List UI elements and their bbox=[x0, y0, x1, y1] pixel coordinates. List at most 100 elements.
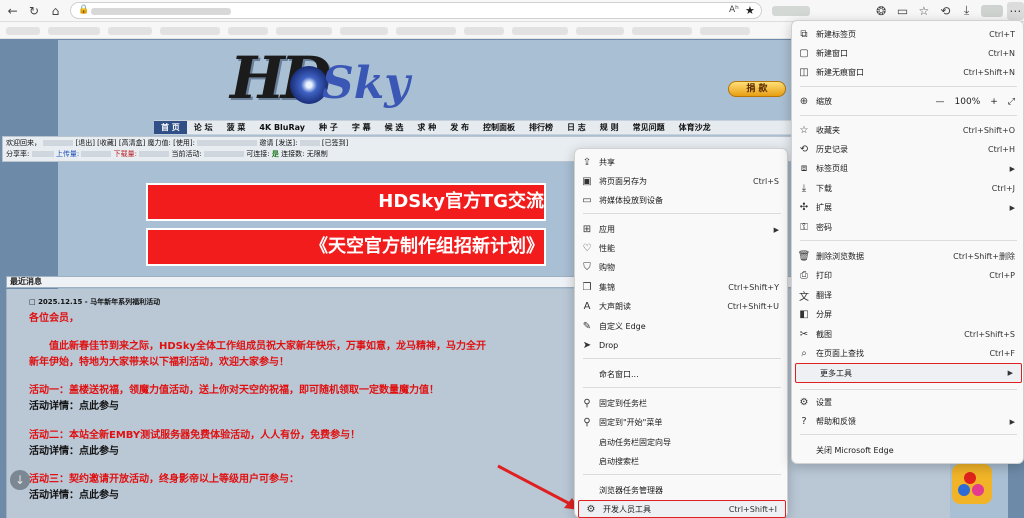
menu-item-performance[interactable]: ♡ 性能 bbox=[575, 239, 787, 258]
favorites-icon[interactable]: ☆ bbox=[915, 2, 932, 20]
menu-item-shopping[interactable]: ⛉ 购物 bbox=[575, 258, 787, 277]
menu-item-find[interactable]: ⌕ 在页面上查找 Ctrl+F bbox=[792, 344, 1023, 363]
history-icon[interactable]: ⟲ bbox=[937, 2, 954, 20]
menu-item-collections[interactable]: ❒ 集锦 Ctrl+Shift+Y bbox=[575, 278, 787, 297]
news-link[interactable]: 活动详情：点此参与 bbox=[29, 486, 119, 501]
menu-item-pin-start[interactable]: ⚲ 固定到"开始"菜单 bbox=[575, 413, 787, 432]
bookmark-item[interactable] bbox=[512, 27, 568, 35]
menu-item-taskbar-wizard[interactable]: 启动任务栏固定向导 bbox=[575, 433, 787, 452]
user-links[interactable]: [退出] [收藏] [高清盒] 魔力值: [使用]: bbox=[75, 139, 194, 147]
bookmark-item[interactable] bbox=[108, 27, 152, 35]
extensions-area[interactable] bbox=[771, 5, 811, 16]
menu-item-help[interactable]: ? 帮助和反馈 ▶ bbox=[792, 412, 1023, 431]
site-logo[interactable]: HD Sky bbox=[230, 44, 415, 112]
fullscreen-icon[interactable]: ⤢ bbox=[1008, 97, 1015, 107]
performance-icon[interactable]: ❂ bbox=[872, 2, 889, 20]
recruit-banner[interactable]: 《天空官方制作组招新计划》 bbox=[146, 228, 546, 266]
split-icon[interactable]: ▭ bbox=[894, 2, 911, 20]
menu-item-inprivate[interactable]: ◫ 新建无痕窗口 Ctrl+Shift+N bbox=[792, 63, 1023, 82]
menu-item-developer-tools[interactable]: ⚙ 开发人员工具 Ctrl+Shift+I bbox=[578, 500, 786, 518]
menu-item-more-tools[interactable]: 更多工具 ▶ bbox=[795, 363, 1022, 383]
menu-item-print[interactable]: ⎙ 打印 Ctrl+P bbox=[792, 266, 1023, 285]
scroll-down-button[interactable]: ↓ bbox=[10, 470, 30, 490]
nav-item-bocai[interactable]: 菠 菜 bbox=[220, 121, 253, 134]
signed-in-badge[interactable]: [已签到] bbox=[322, 139, 348, 147]
connectable-value: 是 bbox=[271, 150, 279, 158]
menu-item-split-screen[interactable]: ◧ 分屏 bbox=[792, 305, 1023, 324]
menu-item-drop[interactable]: ➤ Drop bbox=[575, 336, 787, 355]
nav-item-upload[interactable]: 发 布 bbox=[443, 121, 476, 134]
nav-item-requests[interactable]: 求 种 bbox=[410, 121, 443, 134]
menu-item-cast[interactable]: ▭ 将媒体投放到设备 bbox=[575, 191, 787, 210]
bookmark-item[interactable] bbox=[160, 27, 220, 35]
bookmark-item[interactable] bbox=[6, 27, 40, 35]
bookmark-item[interactable] bbox=[700, 27, 750, 35]
menu-item-pin-taskbar[interactable]: ⚲ 固定到任务栏 bbox=[575, 394, 787, 413]
menu-item-name-window[interactable]: 命名窗口... bbox=[575, 365, 787, 384]
bookmark-item[interactable] bbox=[464, 27, 504, 35]
menu-item-extensions[interactable]: ✣ 扩展 ▶ bbox=[792, 198, 1023, 217]
tg-banner[interactable]: HDSky官方TG交流 bbox=[146, 183, 546, 221]
nav-item-torrents[interactable]: 种 子 bbox=[312, 121, 345, 134]
menu-separator bbox=[583, 213, 781, 214]
nav-item-log[interactable]: 日 志 bbox=[560, 121, 593, 134]
menu-item-customize-edge[interactable]: ✎ 自定义 Edge bbox=[575, 317, 787, 336]
nav-item-rankings[interactable]: 排行榜 bbox=[522, 121, 560, 134]
news-link[interactable]: 活动详情：点此参与 bbox=[29, 397, 119, 412]
menu-item-apps[interactable]: ⊞ 应用 ▶ bbox=[575, 220, 787, 239]
address-bar[interactable]: 🔒 Aʰ ★ bbox=[70, 2, 762, 19]
bookmark-item[interactable] bbox=[48, 27, 100, 35]
menu-item-tab-groups[interactable]: ⧈ 标签页组 ▶ bbox=[792, 159, 1023, 178]
menu-item-favorites[interactable]: ☆ 收藏夹 Ctrl+Shift+O bbox=[792, 121, 1023, 140]
menu-item-save-page[interactable]: ▣ 将页面另存为 Ctrl+S bbox=[575, 172, 787, 191]
favorite-star-icon[interactable]: ★ bbox=[745, 4, 755, 17]
menu-item-clear-data[interactable]: 🗑 删除浏览数据 Ctrl+Shift+删除 bbox=[792, 247, 1023, 266]
menu-label: 固定到任务栏 bbox=[599, 399, 647, 408]
bookmark-item[interactable] bbox=[632, 27, 692, 35]
donate-button[interactable]: 捐 款 bbox=[728, 81, 786, 97]
username-blurred[interactable] bbox=[43, 140, 74, 146]
read-aloud-icon[interactable]: Aʰ bbox=[729, 5, 739, 15]
invite-link[interactable]: 邀请 [发送]: bbox=[259, 139, 297, 147]
menu-item-new-tab[interactable]: ⧉ 新建标签页 Ctrl+T bbox=[792, 25, 1023, 44]
bookmark-item[interactable] bbox=[228, 27, 268, 35]
menu-label: 帮助和反馈 bbox=[816, 417, 856, 426]
menu-item-share[interactable]: ⇪ 共享 bbox=[575, 153, 787, 172]
bookmark-item[interactable] bbox=[340, 27, 388, 35]
menu-item-new-window[interactable]: ▢ 新建窗口 Ctrl+N bbox=[792, 44, 1023, 63]
refresh-icon[interactable]: ↻ bbox=[25, 2, 42, 20]
floating-app-icon[interactable] bbox=[952, 464, 992, 504]
more-menu-icon[interactable]: ⋯ bbox=[1006, 1, 1024, 20]
news-link[interactable]: 活动详情：点此参与 bbox=[29, 442, 119, 457]
bookmark-item[interactable] bbox=[276, 27, 332, 35]
menu-item-passwords[interactable]: ⚿ 密码 bbox=[792, 218, 1023, 237]
news-item-header[interactable]: □ 2025.12.15 - 马年新年系列福利活动 bbox=[29, 297, 160, 307]
menu-item-screenshot[interactable]: ✂ 截图 Ctrl+Shift+S bbox=[792, 325, 1023, 344]
menu-item-search-bar[interactable]: 启动搜索栏 bbox=[575, 452, 787, 471]
nav-item-home[interactable]: 首 页 bbox=[154, 121, 187, 134]
menu-item-close-edge[interactable]: 关闭 Microsoft Edge bbox=[792, 441, 1023, 460]
nav-item-rules[interactable]: 规 则 bbox=[593, 121, 626, 134]
back-icon[interactable]: ← bbox=[4, 2, 21, 20]
menu-item-read-aloud[interactable]: A 大声朗读 Ctrl+Shift+U bbox=[575, 297, 787, 316]
nav-item-subtitles[interactable]: 字 幕 bbox=[345, 121, 378, 134]
zoom-out-button[interactable]: — bbox=[936, 97, 945, 107]
home-icon[interactable]: ⌂ bbox=[47, 2, 64, 20]
zoom-in-button[interactable]: + bbox=[990, 97, 998, 107]
nav-item-sports[interactable]: 体育沙龙 bbox=[672, 121, 718, 134]
menu-item-translate[interactable]: 文翻译 bbox=[792, 286, 1023, 305]
nav-item-faq[interactable]: 常见问题 bbox=[626, 121, 672, 134]
nav-item-forum[interactable]: 论 坛 bbox=[187, 121, 220, 134]
nav-item-4k[interactable]: 4K BluRay bbox=[252, 121, 312, 134]
profile-avatar[interactable] bbox=[981, 4, 1003, 17]
nav-item-candidates[interactable]: 候 选 bbox=[378, 121, 411, 134]
menu-item-downloads[interactable]: ⤓ 下载 Ctrl+J bbox=[792, 179, 1023, 198]
menu-item-history[interactable]: ⟲ 历史记录 Ctrl+H bbox=[792, 140, 1023, 159]
download-icon[interactable]: ⤓ bbox=[958, 2, 975, 20]
nav-item-control-panel[interactable]: 控制面板 bbox=[476, 121, 522, 134]
menu-item-settings[interactable]: ⚙ 设置 bbox=[792, 393, 1023, 412]
bookmark-item[interactable] bbox=[576, 27, 624, 35]
more-tools-submenu: ⇪ 共享 ▣ 将页面另存为 Ctrl+S ▭ 将媒体投放到设备 ⊞ 应用 ▶ ♡ 性能 ⛉ 购物… bbox=[574, 148, 788, 518]
bookmark-item[interactable] bbox=[396, 27, 456, 35]
menu-item-task-manager[interactable]: 浏览器任务管理器 bbox=[575, 481, 787, 500]
